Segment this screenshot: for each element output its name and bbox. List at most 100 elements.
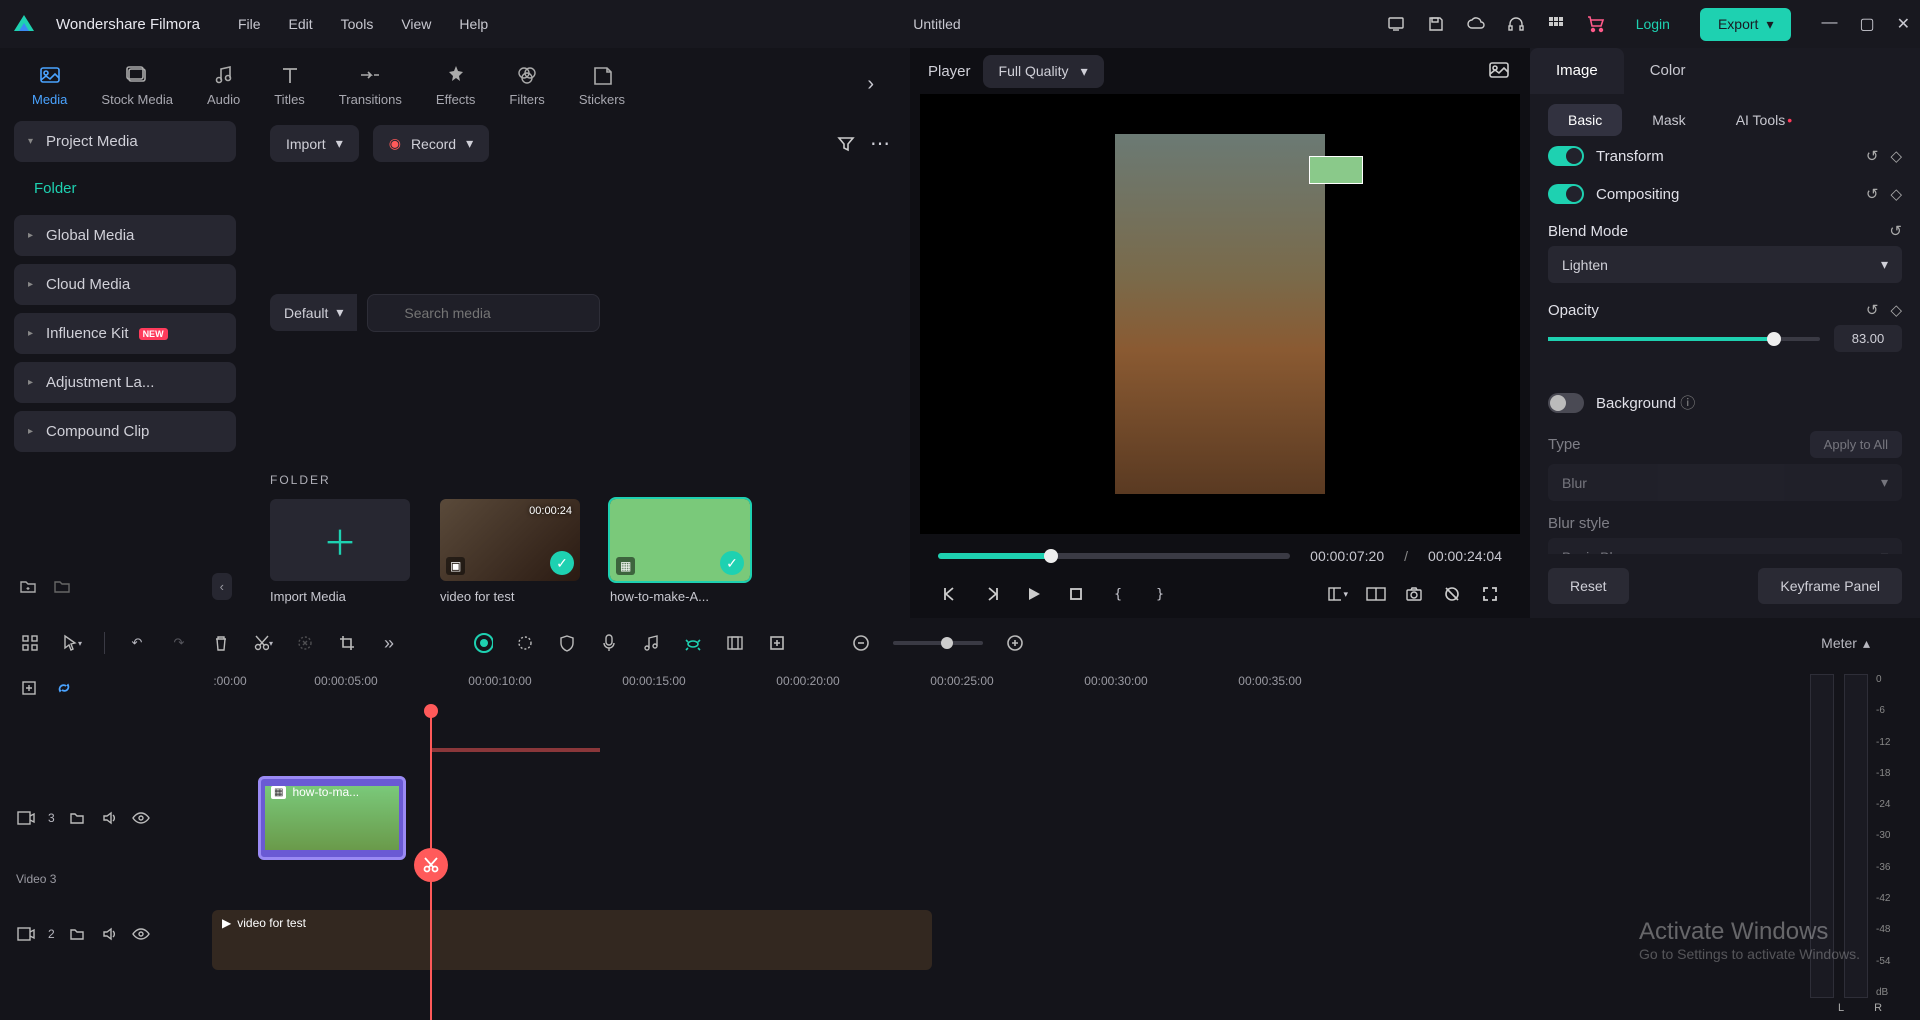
- minimize-icon[interactable]: —: [1821, 14, 1837, 34]
- prev-frame-icon[interactable]: [940, 584, 960, 604]
- compositing-toggle[interactable]: [1548, 184, 1584, 204]
- import-media-tile[interactable]: ＋: [270, 499, 410, 581]
- timeline-clip-image[interactable]: ▦how-to-ma...: [258, 776, 406, 860]
- save-icon[interactable]: [1426, 14, 1446, 34]
- tab-effects[interactable]: Effects: [434, 58, 478, 111]
- fullscreen-icon[interactable]: [1480, 584, 1500, 604]
- zoom-out-icon[interactable]: [851, 633, 871, 653]
- keyframe-icon[interactable]: ◇: [1890, 185, 1902, 203]
- info-icon[interactable]: ⓘ: [1680, 395, 1695, 412]
- sidebar-adjustment-layer[interactable]: ▸Adjustment La...: [14, 362, 236, 403]
- collapse-sidebar-icon[interactable]: ‹: [212, 573, 232, 600]
- track-visibility-icon[interactable]: [131, 924, 151, 944]
- scrub-bar[interactable]: [938, 553, 1290, 559]
- sidebar-cloud-media[interactable]: ▸Cloud Media: [14, 264, 236, 305]
- opacity-slider[interactable]: [1548, 337, 1820, 341]
- menu-help[interactable]: Help: [459, 16, 488, 32]
- media-clip-image[interactable]: ▦ ✓: [610, 499, 750, 581]
- mark-out-icon[interactable]: }: [1150, 584, 1170, 604]
- pointer-icon[interactable]: ▾: [62, 633, 82, 653]
- subtab-ai-tools[interactable]: AI Tools•: [1716, 104, 1812, 136]
- mark-in-icon[interactable]: {: [1108, 584, 1128, 604]
- compare-icon[interactable]: [1366, 584, 1386, 604]
- timeline-ruler[interactable]: :00:00 00:00:05:00 00:00:10:00 00:00:15:…: [200, 668, 1800, 708]
- next-frame-icon[interactable]: [982, 584, 1002, 604]
- sidebar-project-media[interactable]: ▾Project Media: [14, 121, 236, 162]
- track-mute-icon[interactable]: [99, 808, 119, 828]
- import-dropdown[interactable]: Import▾: [270, 125, 359, 162]
- tab-titles[interactable]: Titles: [272, 58, 307, 111]
- bg-type-select[interactable]: Blur▾: [1548, 464, 1902, 501]
- folder-icon[interactable]: [52, 577, 72, 597]
- tab-filters[interactable]: Filters: [507, 58, 546, 111]
- crop-icon[interactable]: [337, 633, 357, 653]
- reset-icon[interactable]: ↺: [1866, 185, 1879, 203]
- tab-audio[interactable]: Audio: [205, 58, 242, 111]
- delete-icon[interactable]: [211, 633, 231, 653]
- redo-icon[interactable]: ↷: [169, 633, 189, 653]
- tab-media[interactable]: Media: [30, 58, 69, 111]
- cart-icon[interactable]: [1586, 14, 1606, 34]
- magic-cut-icon[interactable]: [295, 633, 315, 653]
- grid-icon[interactable]: [20, 633, 40, 653]
- headphones-icon[interactable]: [1506, 14, 1526, 34]
- cloud-icon[interactable]: [1466, 14, 1486, 34]
- menu-edit[interactable]: Edit: [289, 16, 313, 32]
- track-folder-icon[interactable]: [67, 924, 87, 944]
- keyframe-panel-button[interactable]: Keyframe Panel: [1758, 568, 1902, 604]
- reset-button[interactable]: Reset: [1548, 568, 1629, 604]
- sparkle-icon[interactable]: [515, 633, 535, 653]
- reset-icon[interactable]: ↺: [1866, 147, 1879, 165]
- reset-icon[interactable]: ↺: [1866, 301, 1879, 319]
- music-note-icon[interactable]: [641, 633, 661, 653]
- meter-toggle[interactable]: Meter▴: [1821, 635, 1870, 652]
- shield-icon[interactable]: [557, 633, 577, 653]
- apps-icon[interactable]: [1546, 14, 1566, 34]
- media-clip-video[interactable]: 00:00:24 ▣ ✓: [440, 499, 580, 581]
- more-tools-icon[interactable]: »: [379, 633, 399, 653]
- playhead-cut-icon[interactable]: [414, 848, 448, 882]
- camera-icon[interactable]: [1404, 584, 1424, 604]
- mic-icon[interactable]: [599, 633, 619, 653]
- keyframe-icon[interactable]: ◇: [1890, 147, 1902, 165]
- apply-to-all-button[interactable]: Apply to All: [1810, 431, 1902, 458]
- blend-mode-select[interactable]: Lighten▾: [1548, 246, 1902, 283]
- playhead[interactable]: [430, 708, 432, 1020]
- sidebar-influence-kit[interactable]: ▸Influence KitNEW: [14, 313, 236, 354]
- ratio-icon[interactable]: ▾: [1328, 584, 1348, 604]
- player-viewport[interactable]: [920, 94, 1520, 534]
- undo-icon[interactable]: ↶: [127, 633, 147, 653]
- zoom-slider[interactable]: [893, 641, 983, 645]
- subtab-mask[interactable]: Mask: [1632, 104, 1705, 136]
- tab-stock-media[interactable]: Stock Media: [99, 58, 175, 111]
- subtab-basic[interactable]: Basic: [1548, 104, 1622, 136]
- timeline-add-icon[interactable]: [20, 678, 40, 698]
- track-folder-icon[interactable]: [67, 808, 87, 828]
- zoom-in-icon[interactable]: [1005, 633, 1025, 653]
- quality-select[interactable]: Full Quality▾: [983, 55, 1104, 88]
- inspector-tab-color[interactable]: Color: [1624, 48, 1712, 94]
- focus-mode-icon[interactable]: [1442, 584, 1462, 604]
- snapshot-icon[interactable]: [1488, 59, 1512, 83]
- cut-icon[interactable]: ▾: [253, 633, 273, 653]
- background-toggle[interactable]: [1548, 393, 1584, 413]
- sidebar-folder[interactable]: Folder: [14, 170, 236, 207]
- stop-icon[interactable]: [1066, 584, 1086, 604]
- filter-icon[interactable]: [836, 134, 856, 154]
- keyframe-icon[interactable]: ◇: [1890, 301, 1902, 319]
- device-icon[interactable]: [1386, 14, 1406, 34]
- link-icon[interactable]: [54, 678, 74, 698]
- crab-icon[interactable]: [683, 633, 703, 653]
- sidebar-global-media[interactable]: ▸Global Media: [14, 215, 236, 256]
- inspector-tab-image[interactable]: Image: [1530, 48, 1624, 94]
- sort-default[interactable]: Default▾: [270, 294, 357, 331]
- track-visibility-icon[interactable]: [131, 808, 151, 828]
- menu-view[interactable]: View: [401, 16, 431, 32]
- tabs-scroll-right[interactable]: ›: [867, 73, 874, 96]
- track-mute-icon[interactable]: [99, 924, 119, 944]
- record-dropdown[interactable]: ◉Record▾: [373, 125, 489, 162]
- maximize-icon[interactable]: ▢: [1859, 14, 1874, 34]
- more-icon[interactable]: ⋯: [870, 134, 890, 154]
- marker-icon[interactable]: [725, 633, 745, 653]
- menu-file[interactable]: File: [238, 16, 261, 32]
